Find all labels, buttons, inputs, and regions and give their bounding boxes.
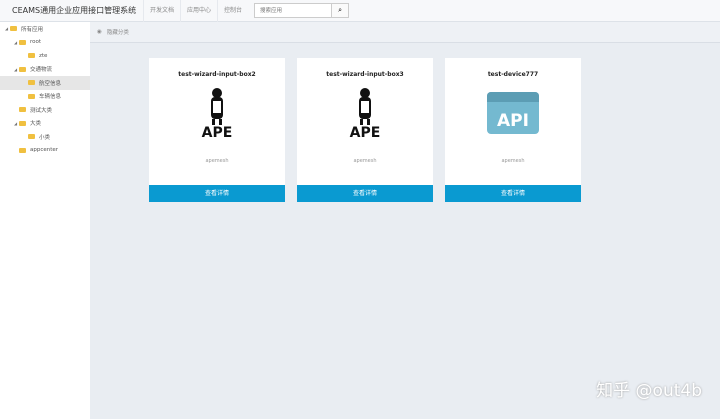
tree-item-label: zte <box>39 52 48 59</box>
tree-item[interactable]: ◢ 大类 <box>0 117 90 131</box>
card-title: test-wizard-input-box2 <box>178 71 256 78</box>
eye-icon: ◉ <box>97 29 102 35</box>
caret-icon[interactable]: ◢ <box>12 121 19 126</box>
tree-item[interactable]: ◢ root <box>0 36 90 50</box>
svg-text:APE: APE <box>202 125 233 139</box>
search-icon: ⌕ <box>338 6 342 14</box>
svg-text:APE: APE <box>350 125 381 139</box>
tree-item[interactable]: 小类 <box>0 130 90 144</box>
search-box: ⌕ <box>254 3 350 18</box>
search-button[interactable]: ⌕ <box>332 3 350 18</box>
card-owner: apemesh <box>501 158 525 164</box>
tree-item-label: root <box>30 39 42 46</box>
caret-icon[interactable]: ◢ <box>12 40 19 45</box>
hide-category-label: 隐藏分类 <box>106 30 129 36</box>
tree-item-label: 大类 <box>30 121 42 128</box>
card-title: test-device777 <box>487 71 539 78</box>
app-title: CEAMS通用企业应用接口管理系统 <box>12 6 137 15</box>
breadcrumb[interactable]: ◉ 隐藏分类 <box>90 22 720 43</box>
nav-docs[interactable]: 开发文档 <box>143 0 180 22</box>
folder-icon <box>19 147 26 153</box>
caret-icon[interactable]: ◢ <box>12 67 19 72</box>
tree-item[interactable]: zte <box>0 49 90 63</box>
folder-icon <box>28 93 35 99</box>
tree-item[interactable]: 航空信息 <box>0 76 90 90</box>
tree-item-label: 所有应用 <box>21 26 44 33</box>
tree-item-label: 测试大类 <box>30 107 53 114</box>
ape-logo-icon: APE <box>297 78 433 148</box>
app-card: test-wizard-input-box2 APE apemesh 查看详情 <box>149 58 285 202</box>
tree-item-label: 小类 <box>39 134 51 141</box>
ape-logo-icon: APE <box>149 78 285 148</box>
view-details-button[interactable]: 查看详情 <box>445 185 581 202</box>
tree-item-label: 交通物流 <box>30 67 53 74</box>
tree-item-label: 航空信息 <box>39 80 62 87</box>
folder-icon <box>28 134 35 140</box>
top-bar: CEAMS通用企业应用接口管理系统 开发文档 应用中心 控制台 ⌕ <box>0 0 720 22</box>
card-owner: apemesh <box>205 158 229 164</box>
view-details-button[interactable]: 查看详情 <box>149 185 285 202</box>
tree-item[interactable]: ◢ 所有应用 <box>0 22 90 36</box>
category-tree: ◢ 所有应用 ◢ root zte ◢ 交通物流航空信息车辆信息测试大类 ◢ 大类小类 appce… <box>0 22 90 419</box>
watermark: 知乎 @out4b <box>596 381 702 401</box>
folder-icon <box>28 53 35 59</box>
tree-item[interactable]: 车辆信息 <box>0 90 90 104</box>
caret-icon[interactable]: ◢ <box>3 26 10 31</box>
tree-item[interactable]: ◢ 交通物流 <box>0 63 90 77</box>
folder-icon <box>19 66 26 72</box>
nav-app-center[interactable]: 应用中心 <box>180 0 217 22</box>
nav-console[interactable]: 控制台 <box>217 0 248 22</box>
svg-text:API: API <box>497 111 529 131</box>
app-card: test-wizard-input-box3 APE apemesh 查看详情 <box>297 58 433 202</box>
folder-icon <box>10 26 17 32</box>
view-details-button[interactable]: 查看详情 <box>297 185 433 202</box>
folder-icon <box>19 107 26 113</box>
tree-item-label: appcenter <box>30 147 59 154</box>
tree-item-label: 车辆信息 <box>39 94 62 101</box>
card-owner: apemesh <box>353 158 377 164</box>
api-logo-icon: API <box>445 78 581 148</box>
tree-item[interactable]: 测试大类 <box>0 103 90 117</box>
tree-item[interactable]: appcenter <box>0 144 90 158</box>
app-card: test-device777 API apemesh 查看详情 <box>445 58 581 202</box>
folder-icon <box>19 120 26 126</box>
search-input[interactable] <box>254 3 333 18</box>
folder-icon <box>19 39 26 45</box>
card-title: test-wizard-input-box3 <box>326 71 404 78</box>
folder-icon <box>28 80 35 86</box>
